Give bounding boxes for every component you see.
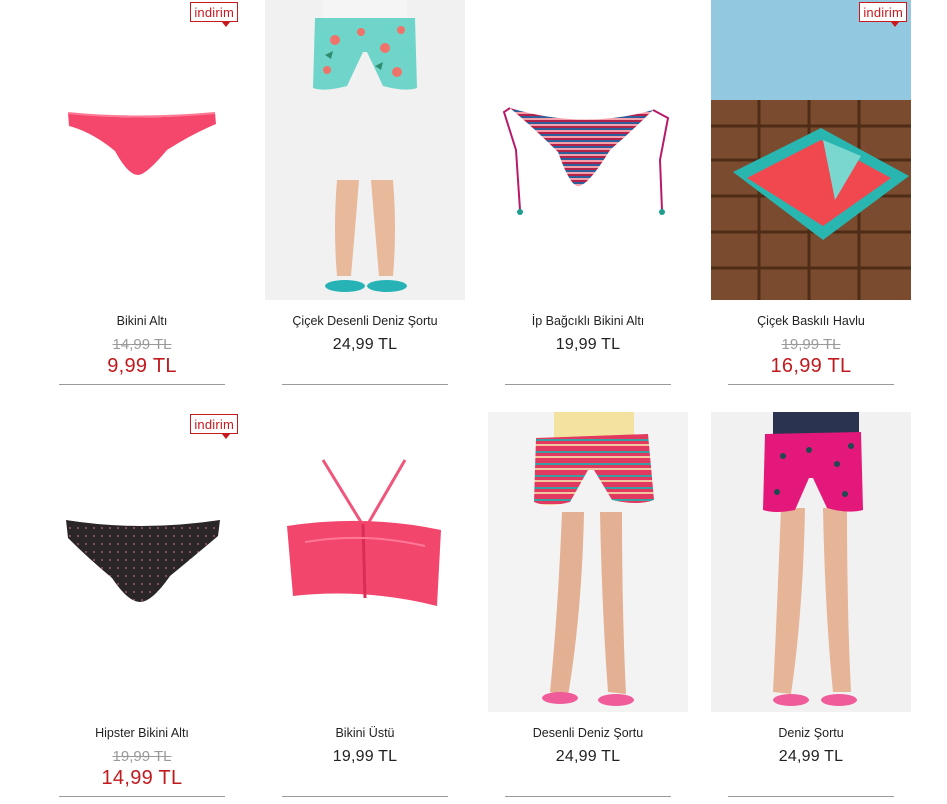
sale-price: 14,99 TL [101, 767, 183, 789]
product-image[interactable] [711, 0, 911, 300]
product-image[interactable] [711, 412, 911, 712]
product-image[interactable] [488, 412, 688, 712]
product-image[interactable] [42, 0, 242, 300]
product-name[interactable]: Bikini Üstü [265, 726, 465, 740]
product-name[interactable]: Bikini Altı [42, 314, 242, 328]
product-image[interactable] [265, 0, 465, 300]
product-image[interactable] [42, 412, 242, 712]
sale-price: 16,99 TL [770, 355, 852, 377]
discount-badge: indirim [190, 414, 238, 439]
divider [728, 796, 894, 797]
product-name[interactable]: Hipster Bikini Altı [42, 726, 242, 740]
old-price: 19,99 TL [781, 336, 841, 353]
divider [59, 384, 225, 385]
product-name[interactable]: Desenli Deniz Şortu [488, 726, 688, 740]
product-name[interactable]: İp Bağcıklı Bikini Altı [488, 314, 688, 328]
product-name[interactable]: Çiçek Desenli Deniz Şortu [265, 314, 465, 328]
divider [728, 384, 894, 385]
divider [282, 796, 448, 797]
product-price: 24,99 TL [555, 748, 621, 765]
product-name[interactable]: Deniz Şortu [711, 726, 911, 740]
discount-badge: indirim [859, 2, 907, 27]
product-price: 24,99 TL [778, 748, 844, 765]
divider [59, 796, 225, 797]
product-price: 19,99 TL [555, 336, 621, 353]
discount-badge: indirim [190, 2, 238, 27]
product-grid: indirim Bikini Altı 14,99 TL 9,99 TL Çiç… [0, 0, 947, 804]
product-name[interactable]: Çiçek Baskılı Havlu [711, 314, 911, 328]
divider [282, 384, 448, 385]
divider [505, 384, 671, 385]
product-price: 24,99 TL [332, 336, 398, 353]
old-price: 14,99 TL [112, 336, 172, 353]
divider [505, 796, 671, 797]
product-image[interactable] [265, 412, 465, 712]
product-price: 19,99 TL [332, 748, 398, 765]
old-price: 19,99 TL [112, 748, 172, 765]
sale-price: 9,99 TL [107, 355, 177, 377]
product-image[interactable] [488, 0, 688, 300]
